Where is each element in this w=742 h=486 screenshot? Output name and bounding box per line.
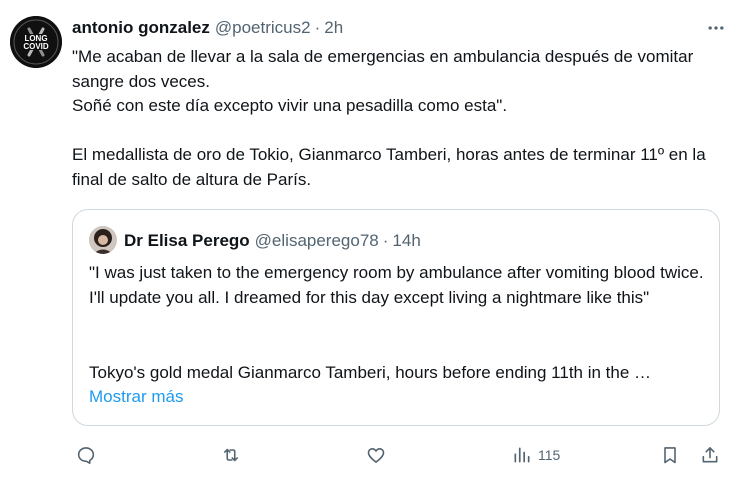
quote-time[interactable]: 14h [392, 231, 420, 251]
like-button[interactable] [366, 442, 386, 468]
heart-icon [367, 448, 385, 463]
quote-truncated-line: Tokyo's gold medal Gianmarco Tamberi, ho… [89, 363, 652, 382]
bookmark-icon [664, 447, 676, 464]
quote-header: Dr Elisa Perego @elisaperego78 · 14h [124, 230, 421, 252]
quote-author-handle[interactable]: @elisaperego78 [255, 231, 379, 251]
retweet-button[interactable] [221, 442, 241, 468]
views-button[interactable]: 115 [512, 442, 560, 468]
tweet-header: antonio gonzalez @poetricus2 · 2h [72, 16, 343, 40]
reply-button[interactable] [76, 442, 96, 468]
quoted-tweet[interactable]: Dr Elisa Perego @elisaperego78 · 14h "I … [72, 209, 720, 426]
author-avatar[interactable]: LONG COVID [10, 16, 62, 68]
long-covid-badge-icon: LONG COVID [10, 16, 62, 68]
bookmark-button[interactable] [660, 442, 680, 468]
more-icon [708, 26, 724, 30]
views-icon [514, 447, 530, 463]
action-bar: 115 [0, 440, 742, 470]
quote-separator: · [382, 231, 389, 250]
tweet-time[interactable]: 2h [324, 18, 343, 38]
tweet-text: "Me acaban de llevar a la sala de emerge… [72, 47, 706, 189]
quote-author-name[interactable]: Dr Elisa Perego [124, 231, 250, 251]
retweet-icon [223, 448, 239, 462]
person-avatar-icon [89, 226, 117, 254]
share-button[interactable] [700, 442, 720, 468]
quote-text: "I was just taken to the emergency room … [89, 263, 709, 307]
views-count: 115 [538, 447, 561, 463]
more-options-button[interactable] [704, 16, 728, 40]
tweet[interactable]: LONG COVID antonio gonzalez @poetricus2 … [0, 0, 742, 486]
author-name[interactable]: antonio gonzalez [72, 18, 210, 38]
author-handle[interactable]: @poetricus2 [215, 18, 311, 38]
reply-icon [77, 447, 95, 464]
quote-author-avatar[interactable] [89, 226, 117, 254]
share-icon [702, 447, 718, 463]
show-more-link[interactable]: Mostrar más [89, 385, 183, 410]
header-separator: · [314, 18, 321, 37]
avatar-text-line2: COVID [23, 42, 49, 51]
